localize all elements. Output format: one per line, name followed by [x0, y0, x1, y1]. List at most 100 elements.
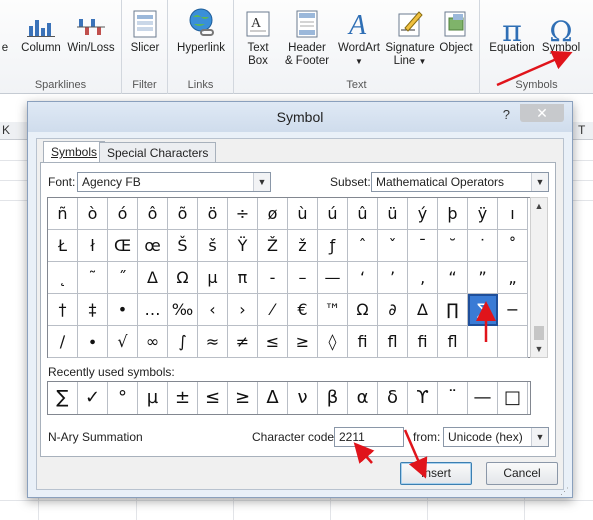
hyperlink-button[interactable]: Hyperlink	[174, 8, 228, 55]
recent-symbol-cell[interactable]: □	[498, 382, 528, 414]
symbol-cell[interactable]: ‰	[168, 294, 198, 326]
symbol-cell[interactable]: Š	[168, 230, 198, 262]
symbol-cell[interactable]: μ	[198, 262, 228, 294]
symbol-cell[interactable]: ô	[138, 198, 168, 230]
symbol-cell[interactable]: ≤	[258, 326, 288, 358]
symbol-cell[interactable]: ∂	[378, 294, 408, 326]
symbol-cell[interactable]: ü	[378, 198, 408, 230]
recent-symbol-cell[interactable]: ∑	[48, 382, 78, 414]
object-button[interactable]: Object	[436, 8, 476, 55]
symbol-cell[interactable]: …	[138, 294, 168, 326]
symbol-cell[interactable]: Ω	[168, 262, 198, 294]
symbol-cell[interactable]: œ	[138, 230, 168, 262]
symbol-cell[interactable]: ≠	[228, 326, 258, 358]
symbol-cell[interactable]: ∆	[408, 294, 438, 326]
resize-grip-icon[interactable]: ⋰	[560, 486, 570, 496]
symbol-cell[interactable]: “	[438, 262, 468, 294]
symbol-cell[interactable]: ‐	[258, 262, 288, 294]
symbol-cell[interactable]: Ž	[258, 230, 288, 262]
symbol-cell[interactable]: ˜	[78, 262, 108, 294]
symbol-cell[interactable]: †	[48, 294, 78, 326]
symbol-cell[interactable]: Δ	[138, 262, 168, 294]
recent-symbol-cell[interactable]: µ	[138, 382, 168, 414]
scroll-down-icon[interactable]: ▼	[531, 342, 547, 356]
symbol-cell[interactable]: ˛	[48, 262, 78, 294]
scroll-thumb[interactable]	[534, 326, 544, 340]
symbol-cell[interactable]: Œ	[108, 230, 138, 262]
symbol-cell[interactable]: ∙	[78, 326, 108, 358]
winloss-sparkline-button[interactable]: Win/Loss	[66, 8, 116, 55]
recent-symbol-cell[interactable]: β	[318, 382, 348, 414]
symbol-cell[interactable]: −	[498, 294, 528, 326]
symbol-cell[interactable]: ﬁ	[348, 326, 378, 358]
recently-used-grid[interactable]: ∑ ✓ ° µ ± ≤ ≥ Δν β α δ ϒ ¨ — □	[47, 381, 531, 415]
line-sparkline-button[interactable]: e	[0, 8, 12, 55]
symbol-cell[interactable]: √	[108, 326, 138, 358]
symbol-cell[interactable]: ›	[228, 294, 258, 326]
signature-line-button[interactable]: Signature Line ▼	[384, 8, 436, 68]
symbol-cell[interactable]: ∞	[138, 326, 168, 358]
symbol-cell[interactable]: ∫	[168, 326, 198, 358]
header-footer-button[interactable]: Header & Footer	[280, 8, 334, 68]
slicer-button[interactable]: Slicer	[126, 8, 164, 55]
recent-symbol-cell[interactable]: ¨	[438, 382, 468, 414]
symbol-cell[interactable]: ú	[318, 198, 348, 230]
recent-symbol-cell[interactable]: δ	[378, 382, 408, 414]
recent-symbol-cell[interactable]: °	[108, 382, 138, 414]
character-code-input[interactable]: 2211	[334, 427, 404, 447]
symbol-cell[interactable]: –	[288, 262, 318, 294]
tab-symbols[interactable]: Symbols	[43, 141, 106, 163]
column-sparkline-button[interactable]: Column	[18, 8, 64, 55]
symbol-cell[interactable]: ≈	[198, 326, 228, 358]
recent-symbol-cell[interactable]: ϒ	[408, 382, 438, 414]
symbol-cell[interactable]: ñ	[48, 198, 78, 230]
symbol-button[interactable]: Ω Symbol	[538, 8, 584, 55]
symbol-cell[interactable]: ˇ	[378, 230, 408, 262]
cancel-button[interactable]: Cancel	[486, 462, 558, 485]
symbol-cell[interactable]: ﬂ	[438, 326, 468, 358]
symbol-cell[interactable]: „	[498, 262, 528, 294]
symbol-cell[interactable]: Ÿ	[228, 230, 258, 262]
symbol-cell[interactable]	[498, 326, 528, 358]
recent-symbol-cell[interactable]: —	[468, 382, 498, 414]
symbol-cell[interactable]: ◊	[318, 326, 348, 358]
symbol-cell[interactable]: ˚	[498, 230, 528, 262]
insert-button[interactable]: Insert	[400, 462, 472, 485]
symbol-cell[interactable]: ˉ	[408, 230, 438, 262]
text-box-button[interactable]: A Text Box	[238, 8, 278, 68]
symbol-cell[interactable]: ‘	[348, 262, 378, 294]
close-button[interactable]: ✕	[520, 104, 564, 122]
tab-special-characters[interactable]: Special Characters	[99, 142, 217, 162]
symbol-cell[interactable]: ö	[198, 198, 228, 230]
wordart-button[interactable]: A WordArt ▼	[334, 8, 384, 68]
symbol-cell[interactable]: ˆ	[348, 230, 378, 262]
subset-select[interactable]: Mathematical Operators ▼	[371, 172, 549, 192]
symbol-cell[interactable]: ﬁ	[408, 326, 438, 358]
symbol-cell[interactable]: ó	[108, 198, 138, 230]
symbol-cell[interactable]: ⁄	[258, 294, 288, 326]
symbol-cell[interactable]: ”	[468, 262, 498, 294]
symbol-grid-scrollbar[interactable]: ▲ ▼	[530, 197, 548, 358]
symbol-cell[interactable]	[468, 326, 498, 358]
symbol-cell[interactable]: Ω	[348, 294, 378, 326]
dialog-titlebar[interactable]: Symbol ? ✕	[28, 102, 572, 132]
symbol-cell[interactable]: š	[198, 230, 228, 262]
help-button[interactable]: ?	[503, 107, 510, 122]
recent-symbol-cell[interactable]: α	[348, 382, 378, 414]
symbol-cell[interactable]: €	[288, 294, 318, 326]
symbol-cell[interactable]: ’	[378, 262, 408, 294]
symbol-cell[interactable]: π	[228, 262, 258, 294]
symbol-cell[interactable]: ˘	[438, 230, 468, 262]
symbol-cell[interactable]: ý	[408, 198, 438, 230]
recent-symbol-cell[interactable]: Δ	[258, 382, 288, 414]
symbol-cell[interactable]: Ł	[48, 230, 78, 262]
font-select[interactable]: Agency FB ▼	[77, 172, 271, 192]
symbol-cell[interactable]: ı	[498, 198, 528, 230]
symbol-cell[interactable]: ‚	[408, 262, 438, 294]
symbol-cell[interactable]: ™	[318, 294, 348, 326]
symbol-cell[interactable]: ∏	[438, 294, 468, 326]
symbol-cell[interactable]: þ	[438, 198, 468, 230]
symbol-cell[interactable]: ƒ	[318, 230, 348, 262]
symbol-cell[interactable]: •	[108, 294, 138, 326]
symbol-cell[interactable]: ‹	[198, 294, 228, 326]
